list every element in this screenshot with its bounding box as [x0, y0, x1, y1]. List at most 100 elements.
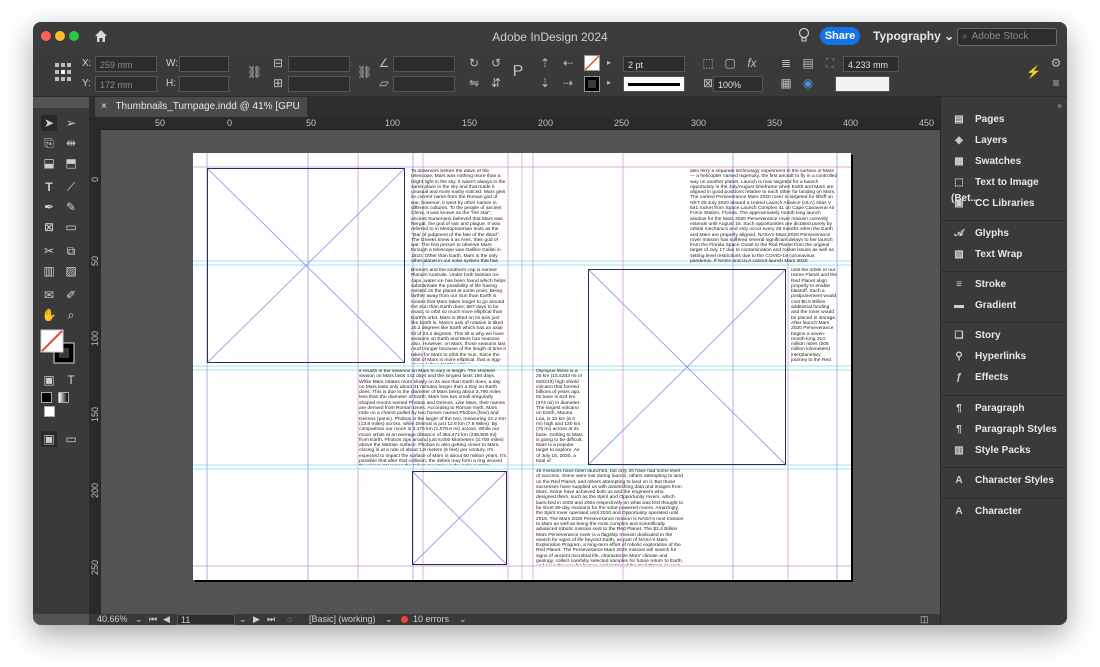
document-tab[interactable]: × Thumbnails_Turnpage.indd @ 41% [GPU Pr… [95, 97, 307, 132]
constrain-scale-icon[interactable]: ⛓ [357, 65, 372, 79]
panel-item-stroke[interactable]: ≡ Stroke [951, 277, 1006, 293]
gradient-feather-tool-icon[interactable]: ▨ [63, 263, 79, 279]
text-frame[interactable]: To observers before the dawn of the tele… [411, 169, 507, 263]
stroke-swatch-icon[interactable] [584, 76, 600, 92]
shear-field[interactable] [393, 76, 455, 92]
panel-item-pages[interactable]: ▤ Pages [951, 112, 1004, 128]
panel-item-text-wrap[interactable]: ▧ Text Wrap [951, 247, 1022, 263]
page-number-field[interactable]: 11 [177, 614, 235, 625]
split-window-icon[interactable]: ◫ [920, 614, 929, 625]
apply-gradient-icon[interactable] [58, 392, 70, 403]
preflight-icon[interactable]: ◌ [287, 614, 292, 624]
line-tool-icon[interactable]: ⟋ [63, 179, 79, 195]
zoom-tool-icon[interactable]: ⌕ [63, 307, 79, 323]
panel-menu-icon[interactable]: ≡ [1049, 76, 1063, 90]
last-page-icon[interactable]: ⏭ [267, 614, 275, 625]
stroke-menu-icon[interactable]: ▸ [602, 76, 616, 90]
rotate-ccw-icon[interactable]: ↺ [489, 56, 503, 70]
wrap-icon[interactable]: ▦ [779, 76, 793, 90]
fitting-icon[interactable]: ⬚ [701, 56, 715, 70]
pen-tool-icon[interactable]: ✒ [41, 199, 57, 215]
text-frame[interactable]: Olympus Mons is a 25 km (15.5343 mi or 8… [536, 369, 583, 465]
select-content-icon[interactable]: ⇣ [538, 76, 552, 90]
text-frame[interactable]: Boreum and the southern cap is named Pla… [411, 268, 507, 364]
panel-item-paragraph[interactable]: ¶ Paragraph [951, 401, 1024, 417]
pencil-tool-icon[interactable]: ✎ [63, 199, 79, 215]
gradient-swatch-tool-icon[interactable]: ▥ [41, 263, 57, 279]
x-position-field[interactable]: 259 mm [95, 56, 157, 72]
panel-item-layers[interactable]: ◈ Layers [951, 133, 1007, 149]
profile-dropdown-icon[interactable]: ⌄ [385, 614, 393, 625]
text-frame[interactable]: it results in the seasons on Mars to var… [359, 369, 507, 465]
settings-gear-icon[interactable]: ⚙ [1049, 56, 1063, 70]
text-frame[interactable]: 45 missions have been launched, but only… [536, 469, 684, 565]
object-style-dropdown[interactable] [835, 76, 890, 92]
text-frame[interactable]: until the orbits of our Home Planet and … [791, 268, 837, 364]
path-type-icon[interactable]: P [511, 64, 525, 80]
panel-item-character[interactable]: A Character [951, 504, 1021, 520]
panel-item-glyphs[interactable]: 𝒜 Glyphs [951, 226, 1009, 242]
rotation-field[interactable] [393, 56, 455, 72]
formatting-text-icon[interactable]: T [63, 372, 79, 388]
height-field[interactable] [179, 76, 229, 92]
panel-item-effects[interactable]: ƒ Effects [951, 370, 1008, 386]
apply-none-icon[interactable] [44, 406, 55, 417]
next-page-icon[interactable]: ▶ [253, 614, 260, 625]
gap-tool-icon[interactable]: ⇹ [63, 135, 79, 151]
panel-item-story[interactable]: ❑ Story [951, 328, 1001, 344]
previous-page-icon[interactable]: ◀ [163, 614, 170, 625]
page-tool-icon[interactable]: ⎘ [41, 135, 57, 151]
scale-x-field[interactable] [288, 56, 350, 72]
opacity-field[interactable]: 100% [713, 76, 763, 92]
lightbulb-icon[interactable] [797, 27, 811, 43]
select-previous-icon[interactable]: ⇠ [561, 56, 575, 70]
zoom-dropdown-icon[interactable]: ⌄ [135, 614, 143, 625]
flip-vertical-icon[interactable]: ⇵ [489, 76, 503, 90]
panel-item-swatches[interactable]: ▦ Swatches [951, 154, 1021, 170]
width-field[interactable] [179, 56, 229, 72]
first-page-icon[interactable]: ⏮ [149, 614, 157, 625]
gap-spacing-field[interactable]: 4.233 mm [843, 56, 899, 72]
selection-tool-icon[interactable]: ➤ [41, 115, 57, 131]
rectangle-tool-icon[interactable]: ▭ [63, 219, 79, 235]
page-spread[interactable]: To observers before the dawn of the tele… [193, 153, 851, 580]
direct-selection-tool-icon[interactable]: ➢ [63, 115, 79, 131]
free-transform-tool-icon[interactable]: ⧉ [63, 243, 79, 259]
preflight-profile[interactable]: [Basic] (working) [309, 614, 376, 624]
stroke-weight-field[interactable]: 2 pt [623, 56, 685, 72]
object-style-icon[interactable]: ◉ [801, 76, 815, 90]
fill-menu-icon[interactable]: ▸ [602, 56, 616, 70]
close-tab-icon[interactable]: × [101, 101, 107, 112]
apply-color-icon[interactable] [41, 392, 52, 403]
normal-view-icon[interactable]: ▣ [41, 431, 57, 447]
y-position-field[interactable]: 172 mm [95, 76, 157, 92]
note-tool-icon[interactable]: ✉ [41, 287, 57, 303]
text-frame[interactable]: also ferry a separate technology experim… [690, 169, 838, 263]
align-text-icon[interactable]: ≣ [779, 56, 793, 70]
panel-item-cc-libraries[interactable]: ▣ CC Libraries [951, 196, 1034, 212]
errors-dropdown-icon[interactable]: ⌄ [459, 614, 467, 625]
panel-item-character-styles[interactable]: A Character Styles [951, 473, 1054, 489]
panel-item-paragraph-styles[interactable]: ¶ Paragraph Styles [951, 422, 1057, 438]
content-placer-icon[interactable]: ⬒ [63, 155, 79, 171]
frame-fitting-icon[interactable]: ▢ [723, 56, 737, 70]
fx-icon[interactable]: fx [745, 56, 759, 70]
fill-swatch-icon[interactable] [584, 55, 600, 71]
type-tool-icon[interactable]: T [41, 179, 57, 195]
scale-y-field[interactable] [288, 76, 350, 92]
reference-point-icon[interactable] [53, 61, 73, 83]
select-container-icon[interactable]: ⇡ [538, 56, 552, 70]
document-canvas[interactable]: To observers before the dawn of the tele… [101, 130, 940, 614]
error-count[interactable]: 10 errors [413, 614, 449, 624]
panel-item-gradient[interactable]: ▬ Gradient [951, 298, 1016, 314]
image-frame[interactable] [207, 168, 405, 363]
panel-item-text-to-image[interactable]: ⬚ Text to Image (Bet... [951, 175, 1067, 204]
frame-align-icon[interactable]: ▤ [801, 56, 815, 70]
select-next-icon[interactable]: ⇢ [561, 76, 575, 90]
zoom-level[interactable]: 40.66% [97, 614, 128, 624]
share-button[interactable]: Share [820, 27, 860, 45]
content-collector-icon[interactable]: ⬓ [41, 155, 57, 171]
flip-horizontal-icon[interactable]: ⇋ [467, 76, 481, 90]
image-frame[interactable] [412, 471, 507, 565]
panel-item-hyperlinks[interactable]: ⚲ Hyperlinks [951, 349, 1026, 365]
